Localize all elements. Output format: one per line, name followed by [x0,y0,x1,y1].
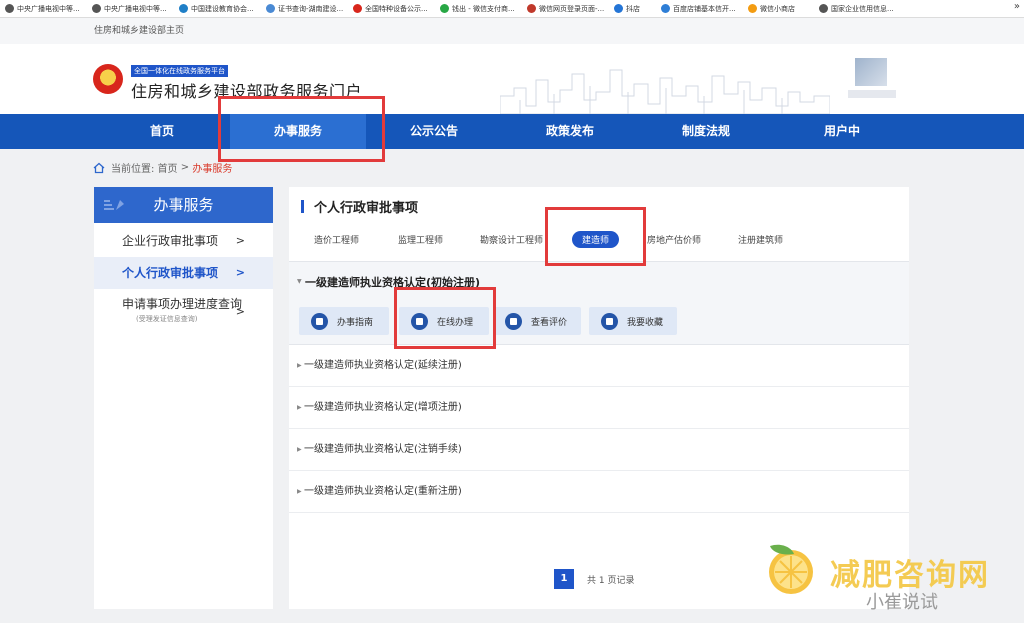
sidebar-title: 办事服务 [153,196,214,214]
highlight-box-action [394,287,496,349]
site-header: 全国一体化在线政务服务平台 住房和城乡建设部政务服务门户 [0,44,1024,114]
tab-cost-engineer[interactable]: 造价工程师 [314,233,359,246]
pagination: 1 共 1 页记录 [554,569,634,589]
list-item-label: 一级建造师执业资格认定(重新注册) [304,486,462,497]
main-nav: 首页 办事服务 公示公告 政策发布 制度法规 用户中 [0,114,1024,149]
bookmark[interactable]: 全国特种设备公示... [353,4,435,14]
list-item[interactable]: ▶ 一级建造师执业资格认定(增项注册) [289,387,909,429]
favorite-button[interactable]: 我要收藏 [589,307,677,335]
expanded-item: ▼ 一级建造师执业资格认定(初始注册) 办事指南 在线办理 查看评价 我要收藏 [289,261,909,345]
bookmark[interactable]: 中央广播电视中等... [92,4,174,14]
bookmark[interactable]: 钱出 - 微信支付商... [440,4,522,14]
bookmark-favicon-icon [5,4,14,13]
nav-announcements[interactable]: 公示公告 [366,114,502,149]
highlight-box-nav [218,96,385,162]
guide-button[interactable]: 办事指南 [299,307,389,335]
bookmark[interactable]: 中国建设教育协会... [179,4,261,14]
bookmark[interactable]: 证书查询-湖南建设... [266,4,348,14]
compass-icon [311,312,328,330]
bookmark-favicon-icon [527,4,536,13]
nav-policy[interactable]: 政策发布 [502,114,638,149]
breadcrumb-current: 办事服务 [192,164,233,175]
breadcrumb-prefix: 当前位置: [111,164,155,175]
sidebar-item-label: 个人行政审批事项 [122,266,219,280]
bookmarks-more-icon[interactable]: » [1014,1,1020,12]
sidebar-header: 办事服务 [94,187,273,223]
bookmarks-bar: 中央广播电视中等... 中央广播电视中等... 中国建设教育协会... 证书查询… [0,0,1024,18]
sidebar: 办事服务 企业行政审批事项 > 个人行政审批事项 > 申请事项办理进度查询 (受… [94,187,273,609]
list-item-label: 一级建造师执业资格认定(增项注册) [304,402,462,413]
sidebar-item-sublabel: (受理发证信息查询) [136,315,198,323]
chevron-right-icon: > [235,305,245,318]
nav-user-center[interactable]: 用户中 [774,114,910,149]
bookmark[interactable]: 国家企业信用信息... [819,4,901,14]
star-icon [601,312,618,330]
section-title-text: 个人行政审批事项 [314,201,419,216]
bookmark[interactable]: 百度店铺基本信开... [661,4,743,14]
bookmark-favicon-icon [819,4,828,13]
home-icon [93,162,105,173]
bookmark-favicon-icon [353,4,362,13]
platform-badge: 全国一体化在线政务服务平台 [131,65,228,77]
chevron-right-icon: > [235,234,245,247]
expand-triangle-icon: ▶ [297,446,302,453]
list-item[interactable]: ▶ 一级建造师执业资格认定(注销手续) [289,429,909,471]
expand-triangle-icon: ▼ [297,278,302,285]
favorite-button-label: 我要收藏 [627,317,664,328]
tab-registered-architect[interactable]: 注册建筑师 [738,233,783,246]
sidebar-item-progress-query[interactable]: 申请事项办理进度查询 (受理发证信息查询) > [94,291,273,333]
list-item-label: 一级建造师执业资格认定(延续注册) [304,360,462,371]
bookmark-favicon-icon [661,4,670,13]
list-item-label: 一级建造师执业资格认定(注销手续) [304,444,462,455]
sidebar-item-enterprise[interactable]: 企业行政审批事项 > [94,225,273,257]
nav-regulations[interactable]: 制度法规 [638,114,774,149]
expand-triangle-icon: ▶ [297,404,302,411]
bookmark-favicon-icon [614,4,623,13]
nav-home[interactable]: 首页 [94,114,230,149]
section-title: 个人行政审批事项 [301,197,418,216]
bookmark-favicon-icon [179,4,188,13]
list-item[interactable]: ▶ 一级建造师执业资格认定(延续注册) [289,345,909,387]
expand-triangle-icon: ▶ [297,488,302,495]
highlight-box-tab [545,207,646,266]
watermark-lemon-icon [769,544,813,594]
view-review-button-label: 查看评价 [531,317,568,328]
ministry-home-link[interactable]: 住房和城乡建设部主页 [94,26,184,36]
bookmark-favicon-icon [440,4,449,13]
review-icon [505,312,522,330]
breadcrumb-separator: > [180,162,190,173]
bookmark-favicon-icon [266,4,275,13]
expand-triangle-icon: ▶ [297,362,302,369]
guide-button-label: 办事指南 [337,317,374,328]
bookmark-favicon-icon [92,4,101,13]
chevron-right-icon: > [235,266,245,279]
watermark-subtext: 小崔说试 [866,592,938,613]
tab-real-estate-appraiser[interactable]: 房地产估价师 [647,233,701,246]
top-strip: 住房和城乡建设部主页 [0,18,1024,44]
user-avatar[interactable] [855,58,887,86]
page-number-button[interactable]: 1 [554,569,574,589]
list-item[interactable]: ▶ 一级建造师执业资格认定(重新注册) [289,471,909,513]
bookmark[interactable]: 微信网页登录页面-... [527,4,609,14]
bookmark[interactable]: 中央广播电视中等... [5,4,87,14]
page-summary: 共 1 页记录 [587,575,635,586]
user-name-blurred [848,90,896,98]
pushpin-icon [104,200,124,210]
national-emblem-icon [93,64,123,94]
bookmark[interactable]: 抖店 [614,4,656,14]
view-review-button[interactable]: 查看评价 [493,307,581,335]
tab-supervision-engineer[interactable]: 监理工程师 [398,233,443,246]
skyline-illustration-icon [500,69,830,114]
title-accent-bar [301,200,304,213]
breadcrumb: 当前位置: 首页 > 办事服务 [93,160,232,175]
sidebar-item-label: 企业行政审批事项 [122,234,219,248]
sidebar-item-label: 申请事项办理进度查询 [122,297,243,311]
bookmark-favicon-icon [748,4,757,13]
breadcrumb-home[interactable]: 首页 [158,160,178,175]
tab-survey-design-engineer[interactable]: 勘察设计工程师 [480,233,543,246]
sidebar-item-personal[interactable]: 个人行政审批事项 > [94,257,273,289]
bookmark[interactable]: 微信小商店 [748,4,814,14]
